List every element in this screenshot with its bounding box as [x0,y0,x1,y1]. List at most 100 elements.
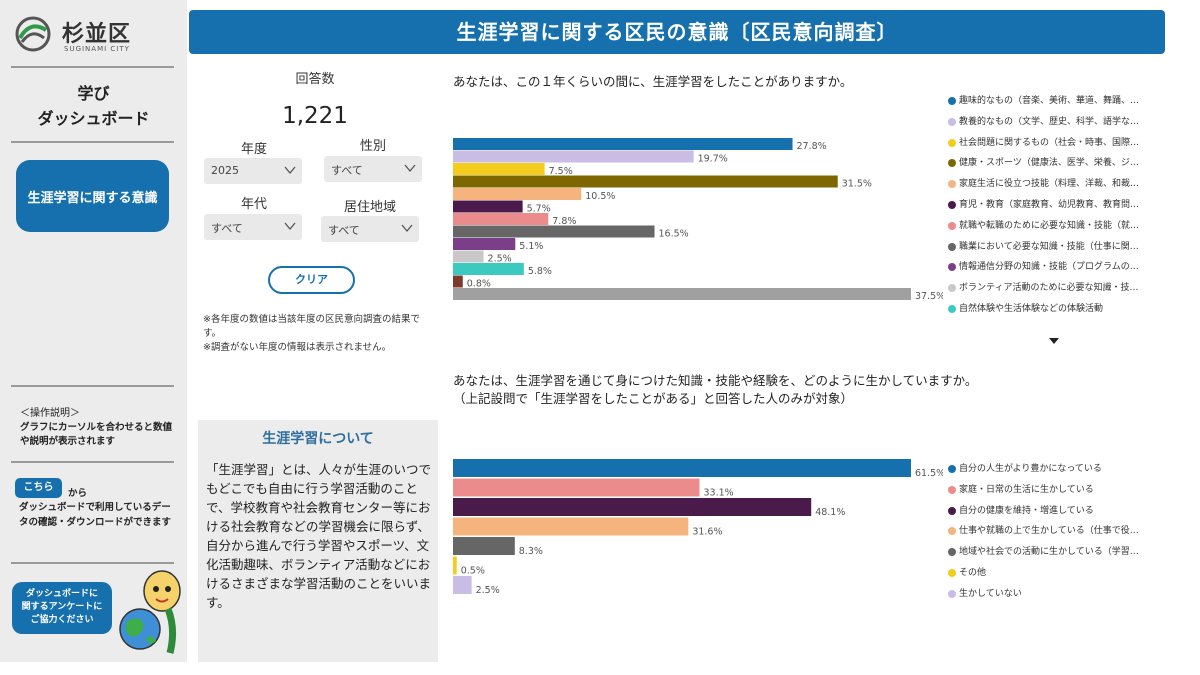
chart1-legend-item[interactable]: 情報通信分野の知識・技能（プログラムの… [948,260,1158,281]
note-line-1: ※各年度の数値は当該年度の区民意向調査の結果です。 [203,314,420,339]
chevron-down-icon [284,222,296,231]
clear-filters-button[interactable]: クリア [268,266,355,294]
year-filter-label: 年度 [240,142,267,157]
chart2-legend-label: 自分の人生がより豊かになっている [959,464,1102,474]
chart1-bar[interactable] [453,275,463,288]
survey-button[interactable]: ダッシュボードに 関するアンケートに ご協力ください [12,582,112,634]
about-title: 生涯学習について [262,431,374,447]
legend-dot-icon [948,589,956,598]
data-link-button[interactable]: こちら [15,478,62,498]
chevron-down-icon [284,166,296,175]
chart2-bar[interactable] [453,537,515,555]
legend-dot-icon [948,97,956,105]
age-dropdown-value: すべて [211,222,243,235]
legend-dot-icon [948,465,956,473]
chart2-legend-item[interactable]: 仕事や就職の上で生かしている（仕事で役… [948,524,1158,545]
age-dropdown[interactable]: すべて [204,214,302,240]
chart2-bar[interactable] [453,498,812,516]
chart1-legend[interactable]: 趣味的なもの（音楽、美術、華道、舞踊、… 教養的なもの（文学、歴史、科学、語学な…… [948,94,1158,323]
chart1-legend-label: 社会問題に関するもの（社会・時事、国際… [959,137,1140,148]
chart1-legend-label: 自然体験や生活体験などの体験活動 [959,303,1104,314]
chart1-bar[interactable] [453,250,484,263]
chart1-bar[interactable] [453,150,694,163]
chart1-legend-label: 健康・スポーツ（健康法、医学、栄養、ジ… [959,158,1139,169]
chart1-bar-label: 7.5% [549,166,573,177]
chart2-legend-item[interactable]: その他 [948,566,1158,587]
sidebar-title-line1: 学び [77,84,110,103]
chart2-bar[interactable] [453,459,911,477]
divider [11,562,174,564]
operation-text: グラフにカーソルを合わせると数値や説明が表示されます [20,422,173,447]
notes: ※各年度の数値は当該年度の区民意向調査の結果です。 ※調査がない年度の情報は表示… [203,313,433,355]
survey-line1: ダッシュボードに [25,589,98,599]
chart2-legend-label: 生かしていない [959,588,1022,599]
chart1-bar[interactable] [453,225,655,238]
chart2-legend-item[interactable]: 自分の健康を維持・増進している [948,504,1158,525]
chart1-bar[interactable] [453,138,793,150]
divider [11,461,174,463]
chart1-bar[interactable] [453,263,524,275]
chart1-legend-item[interactable]: 育児・教育（家庭教育、幼児教育、教育問… [948,198,1158,219]
legend-dot-icon [948,263,956,272]
chart1-legend-item[interactable]: 家庭生活に役立つ技能（料理、洋裁、和裁… [948,177,1158,198]
chart2-bar[interactable] [453,517,689,536]
year-dropdown[interactable]: 2025 [204,158,302,184]
chart1-legend-item[interactable]: 自然体験や生活体験などの体験活動 [948,302,1158,323]
chart1-bar-label: 2.5% [488,254,512,265]
chart1-legend-label: 育児・教育（家庭教育、幼児教育、教育問… [959,199,1140,210]
chart2-bar[interactable] [453,576,472,594]
chart2-legend[interactable]: 自分の人生がより豊かになっている家庭・日常の生活に生かしている 自分の健康を維持・… [948,462,1158,608]
chart1-legend-item[interactable]: 教養的なもの（文学、歴史、科学、語学な… [948,115,1158,136]
chart2-legend-label: 地域や社会での活動に生かしている（学習… [959,547,1139,558]
chart1-legend-item[interactable]: 社会問題に関するもの（社会・時事、国際… [948,136,1158,157]
chart1-bar[interactable] [453,200,523,213]
chart1-bar[interactable] [453,288,911,300]
chart2-bar[interactable] [453,478,700,497]
chart2-legend-item[interactable]: 地域や社会での活動に生かしている（学習… [948,545,1158,566]
chart1-bar-label: 19.7% [698,154,728,165]
chart1-bar-label: 37.5% [915,291,943,302]
chart2-bar-label: 31.6% [692,527,722,538]
chart1-bar[interactable] [453,238,516,250]
chart1-bar[interactable] [453,175,838,188]
chart1-legend-item[interactable]: 健康・スポーツ（健康法、医学、栄養、ジ… [948,156,1158,177]
gender-filter-label: 性別 [359,139,386,154]
chart1-bar[interactable] [453,188,582,200]
legend-dot-icon [948,117,956,126]
chart2-legend-item[interactable]: 生かしていない [948,587,1158,608]
area-dropdown[interactable]: すべて [321,216,419,242]
survey-line2: 関するアンケートに [21,602,103,612]
response-count-label: 回答数 [295,72,335,87]
divider [11,66,174,68]
legend-scroll-down-icon[interactable] [1049,338,1059,344]
chart1-bar[interactable] [453,213,549,225]
chart1-bar-label: 0.8% [467,279,491,290]
chart1-bar[interactable] [453,163,545,175]
chart1-legend-item[interactable]: 職業において必要な知識・技能（仕事に関… [948,240,1158,261]
chart1-legend-item[interactable]: 就職や転職のために必要な知識・技能（就… [948,219,1158,240]
chart2-legend-item[interactable]: 家庭・日常の生活に生かしている [948,483,1158,504]
chart2-bar[interactable] [453,556,457,575]
chart2-bar-label: 33.1% [704,488,734,499]
chart2-legend-item[interactable]: 自分の人生がより豊かになっている [948,462,1158,483]
chart2-bar-label: 61.5% [915,468,943,479]
chevron-down-icon [401,224,413,233]
survey-line3: ご協力ください [30,615,94,625]
legend-dot-icon [948,304,956,313]
gender-dropdown[interactable]: すべて [324,156,422,182]
chart1-legend-item[interactable]: 趣味的なもの（音楽、美術、華道、舞踊、… [948,94,1158,115]
city-emblem-icon [15,16,51,52]
chart1-bar-label: 5.8% [528,266,552,277]
city-logo[interactable]: 杉並区 SUGINAMI CITY [12,14,142,58]
operation-title: ＜操作説明＞ [20,408,80,419]
chart1-legend-item[interactable]: ボランティア活動のために必要な知識・技… [948,281,1158,302]
chart1-bar-label: 7.8% [552,216,576,227]
chart2-bars[interactable]: 61.5% 33.1% 48.1% 31.6% 8.3% 0.5% 2.5% [453,459,943,594]
chart2-bar-label: 0.5% [461,566,485,577]
legend-dot-icon [948,568,956,577]
area-filter-label: 居住地域 [343,200,396,215]
legend-dot-icon [948,159,956,168]
chart1-bars[interactable]: 27.8% 19.7% 7.5% 31.5% 10.5% 5.7%7.8% 16.5% 5.1… [453,138,943,308]
nav-button-lifelong-learning[interactable]: 生涯学習に関する意識 [16,160,169,232]
chart2-legend-label: 仕事や就職の上で生かしている（仕事で役… [959,526,1139,537]
